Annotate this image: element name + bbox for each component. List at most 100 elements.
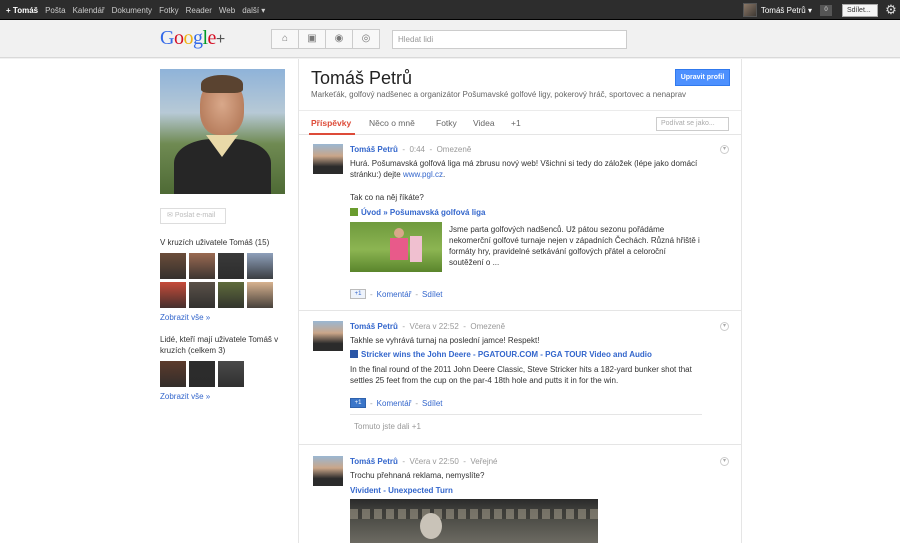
comment-link[interactable]: Komentář [377,399,412,408]
profile-name: Tomáš Petrů [311,68,413,88]
post-text: Trochu přehnaná reklama, nemyslíte? [350,471,485,480]
tab-plus-one[interactable]: +1 [511,118,521,128]
user-name: Tomáš Petrů ▾ [760,5,812,15]
send-email-button[interactable]: ✉ Poslat e-mail [160,208,226,224]
share-link[interactable]: Sdílet [422,290,442,299]
post-menu-icon[interactable]: ▾ [720,457,729,466]
tab-posts[interactable]: Příspěvky [311,118,351,128]
circles-avatars [160,253,285,308]
tab-photos[interactable]: Fotky [436,118,457,128]
post-time[interactable]: Včera v 22:52 [409,322,458,331]
share-link[interactable]: Sdílet [422,399,442,408]
in-circles-avatars [160,361,285,387]
post-menu-icon[interactable]: ▾ [720,145,729,154]
post-avatar[interactable] [313,321,343,351]
post-visibility[interactable]: Veřejné [470,457,497,466]
circle-member-avatar[interactable] [160,253,186,279]
follower-avatar[interactable] [189,361,215,387]
link-description: Jsme parta golfových nadšenců. Už pátou … [449,225,700,267]
post-link-title[interactable]: Stricker wins the John Deere - PGATOUR.C… [350,350,652,359]
circle-member-avatar[interactable] [247,282,273,308]
link-thumbnail[interactable] [350,222,442,272]
profile-tagline: Markeťák, golfový nadšenec a organizátor… [311,90,687,99]
column-divider-right [741,59,742,543]
photos-icon[interactable]: ▣ [298,29,326,49]
view-as-input[interactable]: Podívat se jako... [656,117,729,131]
circle-member-avatar[interactable] [218,282,244,308]
post-time[interactable]: 0:44 [409,145,425,154]
post-visibility[interactable]: Omezeně [437,145,472,154]
nav-calendar[interactable]: Kalendář [73,6,105,15]
home-icon[interactable]: ⌂ [271,29,299,49]
post: Tomáš Petrů - Včera v 22:52 - Omezeně ▾ … [299,312,741,445]
circle-member-avatar[interactable] [247,253,273,279]
profile-photo[interactable] [160,69,285,194]
google-plus-logo[interactable]: Google+ [160,27,225,50]
post-author[interactable]: Tomáš Petrů [350,322,398,331]
link-favicon-icon [350,208,358,216]
nav-plus-tomas[interactable]: + Tomáš [6,6,38,15]
user-avatar [742,3,757,17]
edit-profile-button[interactable]: Upravit profil [675,69,730,86]
post-meta: Tomáš Petrů - Včera v 22:50 - Veřejné [350,457,498,466]
search-people-input[interactable]: Hledat lidi [392,30,627,49]
post-link-title[interactable]: Úvod » Pošumavská golfová liga [350,208,485,217]
post-author[interactable]: Tomáš Petrů [350,457,398,466]
comment-link[interactable]: Komentář [377,290,412,299]
tab-videos[interactable]: Videa [473,118,495,128]
notifications-badge[interactable]: 0 [820,5,832,16]
post-actions: +1- Komentář - Sdílet [350,398,447,408]
post-link-title[interactable]: Vivident - Unexpected Turn [350,486,453,495]
active-tab-indicator [309,133,355,135]
stream-nav-icons: ⌂ ▣ ◉ ◎ [271,29,380,49]
circle-member-avatar[interactable] [218,253,244,279]
post-meta: Tomáš Petrů - 0:44 - Omezeně [350,145,472,154]
gear-icon[interactable]: ⚙ [884,3,898,17]
profile-tabs: Příspěvky Něco o mně Fotky Videa +1 Podí… [299,110,741,135]
post-text-question: Tak co na něj říkáte? [350,193,424,202]
nav-more[interactable]: další ▾ [242,6,265,15]
link-description: In the final round of the 2011 John Deer… [350,365,692,385]
post: Tomáš Petrů - 0:44 - Omezeně ▾ Hurá. Poš… [299,136,741,311]
plusone-divider [350,414,702,415]
circles-title: V kruzích uživatele Tomáš (15) [160,238,270,247]
in-circles-title: Lidé, kteří mají uživatele Tomáš v kruzí… [160,335,279,355]
circles-show-all-link[interactable]: Zobrazit vše » [160,313,285,322]
post-time[interactable]: Včera v 22:50 [409,457,458,466]
account-menu[interactable]: Tomáš Petrů ▾ [742,0,812,20]
post-actions: +1- Komentář - Sdílet [350,289,447,299]
follower-avatar[interactable] [218,361,244,387]
post: Tomáš Petrů - Včera v 22:50 - Veřejné ▾ … [299,446,741,543]
post-avatar[interactable] [313,456,343,486]
follower-avatar[interactable] [160,361,186,387]
post-avatar[interactable] [313,144,343,174]
share-box-button[interactable]: Sdílet... [842,4,878,17]
post-meta: Tomáš Petrů - Včera v 22:52 - Omezeně [350,322,506,331]
nav-mail[interactable]: Pošta [45,6,65,15]
plus-one-button[interactable]: +1 [350,398,366,408]
circle-member-avatar[interactable] [160,282,186,308]
video-thumbnail[interactable] [350,499,598,543]
post-menu-icon[interactable]: ▾ [720,322,729,331]
profile-icon[interactable]: ◉ [325,29,353,49]
nav-reader[interactable]: Reader [186,6,212,15]
plus-one-button[interactable]: +1 [350,289,366,299]
in-circles-show-all-link[interactable]: Zobrazit vše » [160,392,285,401]
circle-member-avatar[interactable] [189,253,215,279]
link-favicon-icon [350,350,358,358]
circle-member-avatar[interactable] [189,282,215,308]
circles-icon[interactable]: ◎ [352,29,380,49]
top-bar: + Tomáš Pošta Kalendář Dokumenty Fotky R… [0,0,900,20]
top-nav: + Tomáš Pošta Kalendář Dokumenty Fotky R… [6,0,272,20]
post-text: Takhle se vyhrává turnaj na poslední jam… [350,336,540,345]
post-text: Hurá. Pošumavská golfová liga má zbrusu … [350,159,698,179]
nav-documents[interactable]: Dokumenty [112,6,152,15]
header: Google+ ⌂ ▣ ◉ ◎ Hledat lidi [0,21,900,58]
nav-web[interactable]: Web [219,6,235,15]
tab-about[interactable]: Něco o mně [369,118,415,128]
content: ✉ Poslat e-mail V kruzích uživatele Tomá… [0,59,900,543]
post-author[interactable]: Tomáš Petrů [350,145,398,154]
nav-photos[interactable]: Fotky [159,6,179,15]
post-text-link[interactable]: www.pgl.cz [403,170,443,179]
post-visibility[interactable]: Omezeně [470,322,505,331]
